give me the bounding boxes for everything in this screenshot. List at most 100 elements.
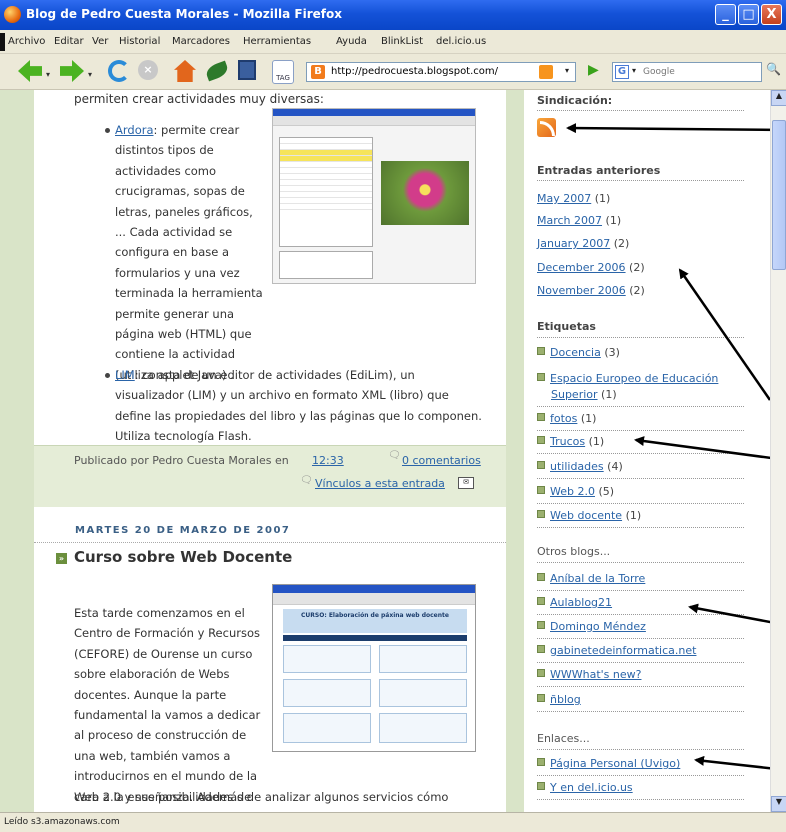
web-docente-screenshot[interactable]: CURSO: Elaboración de páxina web docente [272, 584, 476, 752]
label-item-continued[interactable]: Superior (1) [551, 388, 617, 401]
post-title-bar: » Curso sobre Web Docente [34, 542, 506, 568]
archive-item[interactable]: January 2007 (2) [537, 237, 629, 250]
email-post-icon[interactable]: ✉ [458, 477, 474, 489]
published-by: Publicado por Pedro Cuesta Morales en [74, 454, 289, 467]
bullet-icon [537, 510, 545, 518]
forward-dropdown-icon[interactable]: ▾ [88, 70, 92, 79]
post-intro: permiten crear actividades muy diversas: [74, 92, 324, 106]
labels-title: Etiquetas [537, 320, 596, 333]
post2-last-line: cara a la enseñanza. Además de analizar … [74, 790, 449, 804]
blog-item[interactable]: gabinetedeinformatica.net [537, 644, 696, 657]
blog-item[interactable]: Aulablog21 [537, 596, 612, 609]
bullet [105, 128, 110, 133]
menu-bar: Archivo Editar Ver Historial Marcadores … [0, 30, 786, 54]
lim-item: LIM: consta de un editor de actividades … [115, 368, 482, 444]
scroll-down-icon[interactable]: ▼ [771, 796, 786, 812]
url-bar[interactable]: B http://pedrocuesta.blogspot.com/ ▾ [306, 62, 576, 82]
leaf-icon[interactable] [204, 60, 230, 82]
bullet-icon [537, 347, 545, 355]
flower-image [381, 161, 469, 225]
go-icon[interactable]: ▶ [588, 62, 606, 82]
menu-marcadores[interactable]: Marcadores [172, 36, 230, 47]
blog-item[interactable]: Aníbal de la Torre [537, 572, 645, 585]
search-input[interactable] [643, 65, 753, 79]
date-header: MARTES 20 DE MARZO DE 2007 [75, 525, 291, 536]
status-bar: Leído s3.amazonaws.com [0, 812, 786, 832]
back-icon[interactable] [18, 60, 42, 82]
archive-item[interactable]: May 2007 (1) [537, 192, 610, 205]
label-item[interactable]: Espacio Europeo de Educación [537, 372, 718, 385]
post-title[interactable]: Curso sobre Web Docente [74, 548, 292, 566]
menu-historial[interactable]: Historial [119, 36, 160, 47]
bullet-icon [537, 621, 545, 629]
url-dropdown-icon[interactable]: ▾ [565, 66, 569, 75]
bullet-icon [537, 694, 545, 702]
bullet [105, 373, 110, 378]
lim-link[interactable]: LIM [115, 368, 135, 382]
maximize-button[interactable]: □ [738, 4, 759, 25]
feed-icon[interactable] [539, 65, 553, 79]
firefox-icon [4, 6, 21, 23]
window-title-bar: Blog de Pedro Cuesta Morales - Mozilla F… [0, 0, 786, 30]
search-icon[interactable]: 🔍 [766, 62, 786, 82]
menu-delicious[interactable]: del.icio.us [436, 36, 486, 47]
back-dropdown-icon[interactable]: ▾ [46, 70, 50, 79]
link-item[interactable]: Página Personal (Uvigo) [537, 757, 680, 770]
menu-grip [0, 33, 5, 51]
vertical-scrollbar[interactable]: ▲ ▼ [770, 90, 786, 812]
label-item[interactable]: fotos (1) [537, 412, 596, 425]
links-icon: 🗨 [300, 475, 313, 486]
comments-link[interactable]: 0 comentarios [402, 454, 481, 467]
archive-item[interactable]: November 2006 (2) [537, 284, 645, 297]
post-time-link[interactable]: 12:33 [312, 454, 344, 467]
blog-item[interactable]: ñblog [537, 693, 581, 706]
label-item[interactable]: Web docente (1) [537, 509, 641, 522]
scroll-up-icon[interactable]: ▲ [771, 90, 786, 106]
archive-item[interactable]: March 2007 (1) [537, 214, 621, 227]
label-item[interactable]: Docencia (3) [537, 346, 620, 359]
menu-editar[interactable]: Editar [54, 36, 84, 47]
menu-herramientas[interactable]: Herramientas [243, 36, 311, 47]
link-item[interactable]: Y en del.icio.us [537, 781, 633, 794]
home-icon[interactable] [174, 60, 196, 82]
tag-icon[interactable]: TAG [272, 60, 294, 84]
search-engine-dropdown-icon[interactable]: ▾ [632, 66, 636, 75]
google-icon[interactable]: G [615, 65, 629, 79]
stop-icon[interactable]: × [138, 60, 158, 80]
floppy-icon[interactable] [238, 60, 256, 80]
search-box[interactable]: G ▾ [612, 62, 762, 82]
bullet-icon [537, 645, 545, 653]
reload-icon[interactable] [108, 60, 130, 82]
post-arrow-icon: » [56, 553, 67, 564]
bullet-icon [537, 573, 545, 581]
menu-blinklist[interactable]: BlinkList [381, 36, 423, 47]
menu-archivo[interactable]: Archivo [8, 36, 45, 47]
url-text[interactable]: http://pedrocuesta.blogspot.com/ [331, 66, 498, 77]
bullet-icon [537, 669, 545, 677]
archive-title: Entradas anteriores [537, 164, 661, 177]
archive-item[interactable]: December 2006 (2) [537, 261, 645, 274]
screenshot-heading: CURSO: Elaboración de páxina web docente [283, 609, 467, 633]
label-item[interactable]: Web 2.0 (5) [537, 485, 614, 498]
post2-body: Esta tarde comenzamos en el Centro de Fo… [74, 606, 261, 804]
ardora-item: Ardora: permite crear distintos tipos de… [115, 123, 263, 382]
blog-item[interactable]: Domingo Méndez [537, 620, 646, 633]
label-item[interactable]: utilidades (4) [537, 460, 623, 473]
links-title: Enlaces... [537, 732, 590, 745]
forward-icon[interactable] [60, 60, 84, 82]
rss-feed-icon[interactable] [537, 118, 556, 137]
blogs-title: Otros blogs... [537, 545, 611, 558]
menu-ver[interactable]: Ver [92, 36, 108, 47]
label-item[interactable]: Trucos (1) [537, 435, 604, 448]
bullet-icon [537, 758, 545, 766]
ardora-screenshot[interactable] [272, 108, 476, 284]
ardora-link[interactable]: Ardora [115, 123, 154, 137]
close-button[interactable]: X [761, 4, 782, 25]
links-to-post[interactable]: Vínculos a esta entrada [315, 477, 445, 490]
bullet-icon [537, 597, 545, 605]
blog-item[interactable]: WWWhat's new? [537, 668, 641, 681]
scroll-thumb[interactable] [772, 120, 786, 270]
minimize-button[interactable]: _ [715, 4, 736, 25]
blogger-icon: B [311, 65, 325, 79]
menu-ayuda[interactable]: Ayuda [336, 36, 367, 47]
